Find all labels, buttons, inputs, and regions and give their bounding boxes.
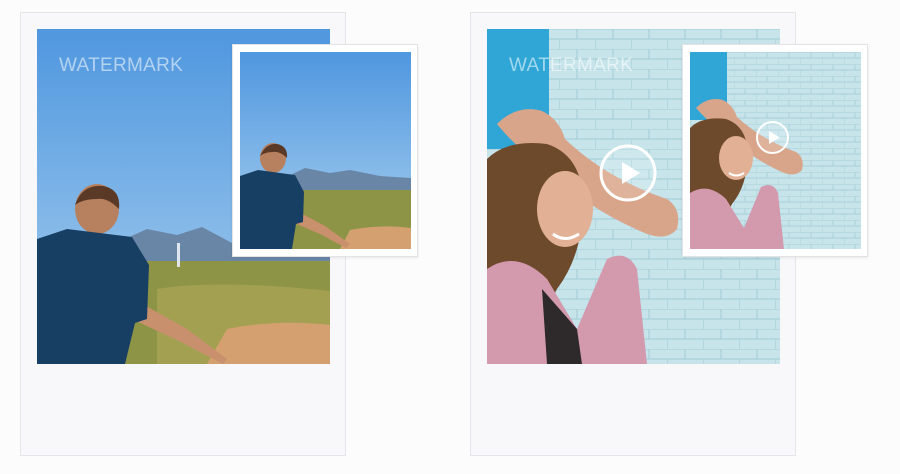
play-button[interactable]	[598, 143, 658, 203]
watermark-text: WATERMARK	[509, 55, 634, 76]
thumbnail-preview[interactable]	[232, 44, 418, 257]
play-icon	[756, 121, 789, 154]
landscape-thumbnail-graphic	[240, 52, 411, 249]
image-card-video[interactable]: WATERMARK	[470, 12, 868, 456]
play-icon	[599, 144, 657, 202]
thumbnail-play-button[interactable]	[755, 120, 790, 155]
thumbnail-preview[interactable]	[682, 44, 868, 257]
thumbnail-photo	[240, 52, 411, 249]
watermark-text: WATERMARK	[59, 55, 184, 76]
image-card-landscape[interactable]: WATERMARK	[20, 12, 418, 456]
thumbnail-photo	[690, 52, 861, 249]
